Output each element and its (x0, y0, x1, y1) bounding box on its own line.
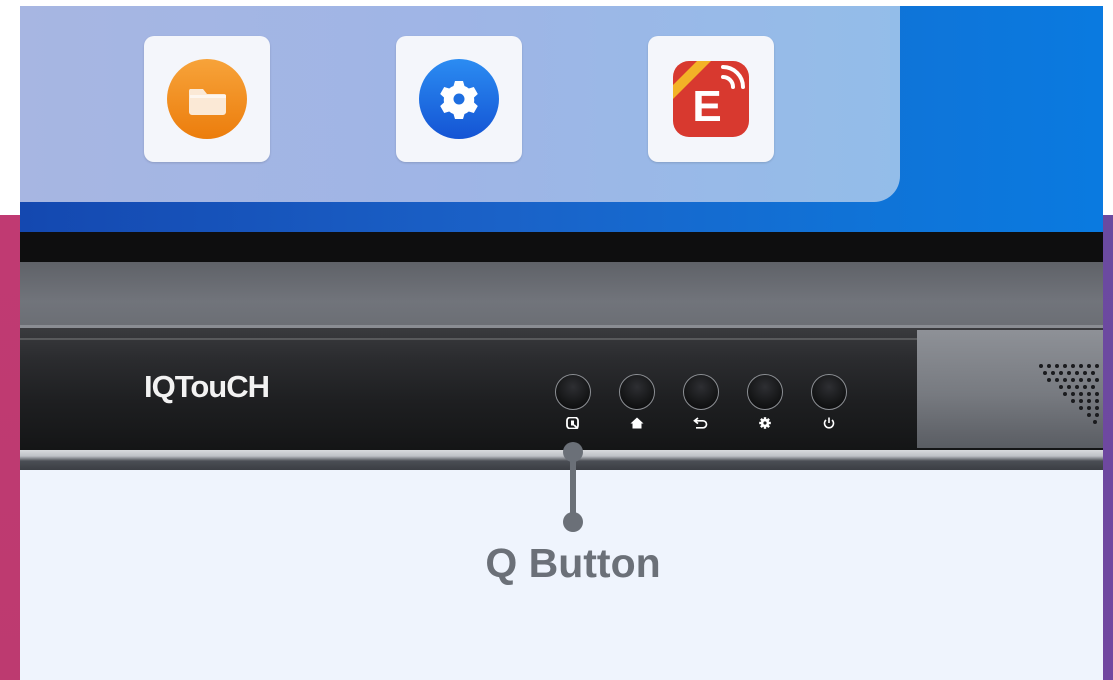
speaker-grille (917, 330, 1103, 448)
speaker-dots (1039, 364, 1099, 424)
q-button[interactable] (555, 374, 591, 410)
bezel-frame (20, 262, 1103, 328)
panel-sheen (20, 338, 918, 340)
brand-logo: IQTouCH (144, 369, 270, 404)
front-control-panel: IQTouCH (20, 328, 1103, 450)
power-icon (823, 417, 835, 429)
eshare-icon: E (673, 61, 749, 137)
folder-icon (167, 59, 247, 139)
app-settings[interactable] (396, 36, 522, 162)
callout-anchor-dot (563, 442, 583, 462)
gear-icon (759, 417, 771, 429)
home-button[interactable] (619, 374, 655, 410)
power-button[interactable] (811, 374, 847, 410)
q-icon (566, 417, 579, 429)
app-dock: E (20, 6, 900, 202)
app-folder[interactable] (144, 36, 270, 162)
back-icon (693, 417, 708, 429)
home-icon (630, 417, 644, 429)
right-accent-stripe (1103, 215, 1113, 680)
callout-end-dot (563, 512, 583, 532)
display-bezel (20, 232, 1103, 262)
left-accent-stripe (0, 215, 20, 680)
callout-label: Q Button (485, 540, 661, 586)
gear-icon (419, 59, 499, 139)
svg-text:E: E (692, 82, 721, 131)
display-screen: E (20, 6, 1103, 232)
app-eshare[interactable]: E (648, 36, 774, 162)
bottom-rail (20, 450, 1103, 470)
settings-button[interactable] (747, 374, 783, 410)
back-button[interactable] (683, 374, 719, 410)
